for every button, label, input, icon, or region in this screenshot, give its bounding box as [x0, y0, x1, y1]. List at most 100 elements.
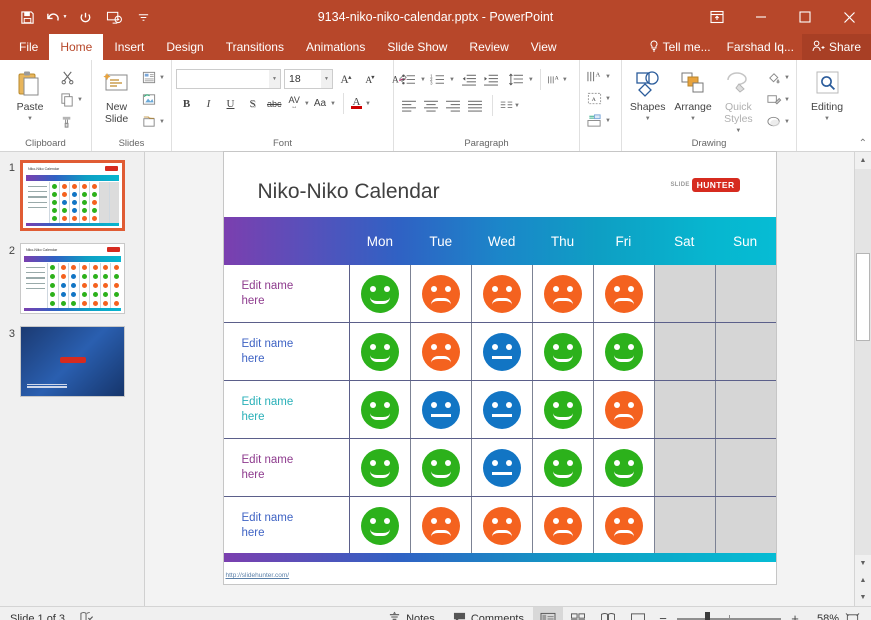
thumbnail-item-1[interactable]: 1 Niko-Niko Calendar	[6, 160, 138, 231]
calendar-row[interactable]: Edit name here	[223, 497, 776, 555]
calendar-row[interactable]: Edit name here	[223, 439, 776, 497]
chevron-down-icon[interactable]: ▼	[784, 75, 790, 81]
numbering-button[interactable]: 123	[427, 69, 448, 90]
tab-design[interactable]: Design	[155, 34, 214, 60]
italic-button[interactable]: I	[198, 93, 219, 114]
chevron-down-icon[interactable]: ▼	[159, 119, 165, 125]
calendar-cell[interactable]	[350, 439, 411, 496]
chevron-down-icon[interactable]: ▼	[784, 97, 790, 103]
calendar-cell[interactable]	[472, 381, 533, 438]
columns-button[interactable]	[492, 95, 513, 116]
layout-button[interactable]: ▼	[139, 67, 167, 88]
chevron-down-icon[interactable]: ▼	[449, 77, 455, 83]
line-spacing-button[interactable]	[506, 69, 527, 90]
calendar-cell[interactable]	[594, 381, 655, 438]
save-icon[interactable]	[14, 5, 40, 29]
thumbnail-item-3[interactable]: 3	[6, 326, 138, 397]
calendar-row[interactable]: Edit name here	[223, 323, 776, 381]
row-name-cell[interactable]: Edit name here	[224, 439, 350, 496]
previous-slide-icon[interactable]: ▲	[855, 572, 871, 589]
chevron-down-icon[interactable]: ▼	[514, 103, 520, 109]
text-shadow-button[interactable]: S	[242, 93, 263, 114]
zoom-slider[interactable]: − +	[653, 611, 805, 620]
increase-font-size-button[interactable]: A	[336, 68, 357, 89]
scroll-up-icon[interactable]: ▲	[855, 152, 871, 169]
chevron-down-icon[interactable]: ▼	[304, 101, 310, 107]
calendar-cell-weekend[interactable]	[654, 381, 716, 438]
convert-to-smartart-button[interactable]: ▼	[584, 110, 613, 131]
row-name-cell[interactable]: Edit name here	[224, 323, 350, 380]
calendar-cell-weekend[interactable]	[715, 497, 776, 554]
calendar-cell[interactable]	[594, 497, 655, 554]
zoom-percent[interactable]: 58%	[805, 613, 839, 620]
font-size-select[interactable]: 18 ▼	[284, 68, 333, 89]
next-slide-icon[interactable]: ▼	[855, 589, 871, 606]
mood-face-neutral-icon[interactable]	[421, 390, 460, 429]
scrollbar-track[interactable]	[855, 169, 871, 555]
calendar-cell[interactable]	[350, 497, 411, 554]
calendar-cell[interactable]	[472, 497, 533, 554]
calendar-row[interactable]: Edit name here	[223, 265, 776, 323]
mood-face-sad-icon[interactable]	[604, 506, 643, 545]
font-name-select[interactable]: ▼	[176, 68, 281, 89]
tab-file[interactable]: File	[8, 34, 49, 60]
mood-face-happy-icon[interactable]	[543, 332, 582, 371]
vertical-scrollbar[interactable]: ▲ ▼ ▲ ▼	[854, 152, 871, 606]
calendar-cell-weekend[interactable]	[715, 381, 776, 438]
mood-face-sad-icon[interactable]	[543, 506, 582, 545]
mood-face-happy-icon[interactable]	[604, 448, 643, 487]
mood-face-happy-icon[interactable]	[604, 332, 643, 371]
shape-fill-button[interactable]: ▼	[764, 67, 792, 88]
thumbnail-item-2[interactable]: 2 Niko-Niko Calendar	[6, 243, 138, 314]
chevron-down-icon[interactable]: ▼	[824, 113, 830, 125]
start-presentation-icon[interactable]	[101, 5, 127, 29]
customize-qat-icon[interactable]	[130, 5, 156, 29]
mood-face-neutral-icon[interactable]	[482, 448, 521, 487]
view-slide-sorter-button[interactable]	[563, 607, 593, 620]
mood-face-sad-icon[interactable]	[604, 274, 643, 313]
decrease-font-size-button[interactable]: A	[360, 68, 381, 89]
mood-face-sad-icon[interactable]	[543, 274, 582, 313]
calendar-cell-weekend[interactable]	[654, 323, 716, 380]
calendar-cell[interactable]	[350, 381, 411, 438]
ribbon-display-options-icon[interactable]	[695, 0, 739, 34]
mood-face-neutral-icon[interactable]	[482, 390, 521, 429]
calendar-cell-weekend[interactable]	[654, 439, 716, 496]
calendar-cell[interactable]	[411, 265, 472, 322]
change-case-button[interactable]: Aa	[311, 93, 329, 114]
notes-button[interactable]: Notes	[379, 607, 444, 620]
mood-face-happy-icon[interactable]	[543, 390, 582, 429]
mood-face-sad-icon[interactable]	[482, 274, 521, 313]
font-size-dropdown-icon[interactable]: ▼	[321, 69, 332, 88]
chevron-down-icon[interactable]: ▼	[735, 125, 741, 137]
mood-face-happy-icon[interactable]	[360, 448, 399, 487]
scrollbar-thumb[interactable]	[856, 253, 870, 341]
shapes-button[interactable]: Shapes ▼	[626, 65, 669, 125]
calendar-cell[interactable]	[411, 381, 472, 438]
increase-indent-button[interactable]	[481, 69, 502, 90]
calendar-cell-weekend[interactable]	[654, 497, 716, 554]
calendar-cell-weekend[interactable]	[715, 439, 776, 496]
slide-footer-url[interactable]: http://slidehunter.com/	[226, 572, 290, 579]
calendar-cell[interactable]	[594, 265, 655, 322]
calendar-cell[interactable]	[472, 439, 533, 496]
slide-surface[interactable]: Niko-Niko Calendar SLIDE HUNTER Mon Tue …	[223, 152, 776, 584]
chevron-down-icon[interactable]: ▼	[605, 74, 611, 80]
calendar-cell[interactable]	[350, 265, 411, 322]
thumbnail-slide-3[interactable]	[20, 326, 125, 397]
view-reading-button[interactable]	[593, 607, 623, 620]
tell-me-search[interactable]: Tell me...	[641, 34, 719, 60]
font-name-dropdown-icon[interactable]: ▼	[269, 69, 280, 88]
calendar-cell[interactable]	[533, 265, 594, 322]
chevron-down-icon[interactable]: ▼	[645, 113, 651, 125]
zoom-in-button[interactable]: +	[789, 611, 801, 620]
calendar-cell-weekend[interactable]	[715, 265, 776, 322]
cut-button[interactable]	[58, 67, 85, 88]
zoom-out-button[interactable]: −	[657, 611, 669, 620]
calendar-cell[interactable]	[472, 265, 533, 322]
mood-face-happy-icon[interactable]	[421, 448, 460, 487]
center-button[interactable]	[420, 95, 441, 116]
copy-button[interactable]: ▼	[58, 89, 85, 110]
chevron-down-icon[interactable]: ▼	[159, 75, 165, 81]
shape-outline-button[interactable]: ▼	[764, 89, 792, 110]
